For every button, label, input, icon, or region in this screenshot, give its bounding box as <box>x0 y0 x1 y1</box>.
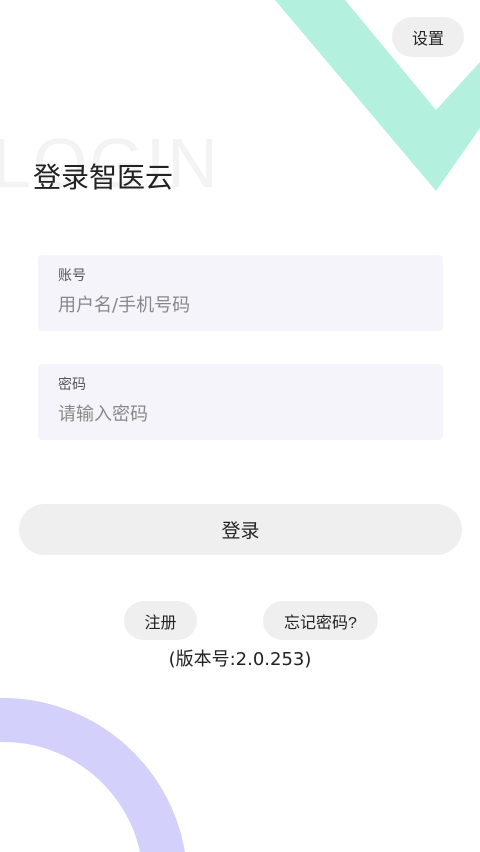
account-input[interactable] <box>58 291 418 319</box>
forgot-password-button[interactable]: 忘记密码? <box>263 601 378 640</box>
account-label: 账号 <box>58 268 86 284</box>
password-input[interactable] <box>58 400 418 428</box>
page-title: 登录智医云 <box>33 161 174 194</box>
password-label: 密码 <box>58 377 86 393</box>
settings-button[interactable]: 设置 <box>392 17 464 57</box>
arc-decoration-icon <box>0 697 185 852</box>
register-button[interactable]: 注册 <box>124 601 197 640</box>
login-button[interactable]: 登录 <box>19 504 462 555</box>
account-field: 账号 <box>38 255 443 331</box>
password-field: 密码 <box>38 364 443 440</box>
version-label: (版本号:2.0.253) <box>168 649 312 670</box>
